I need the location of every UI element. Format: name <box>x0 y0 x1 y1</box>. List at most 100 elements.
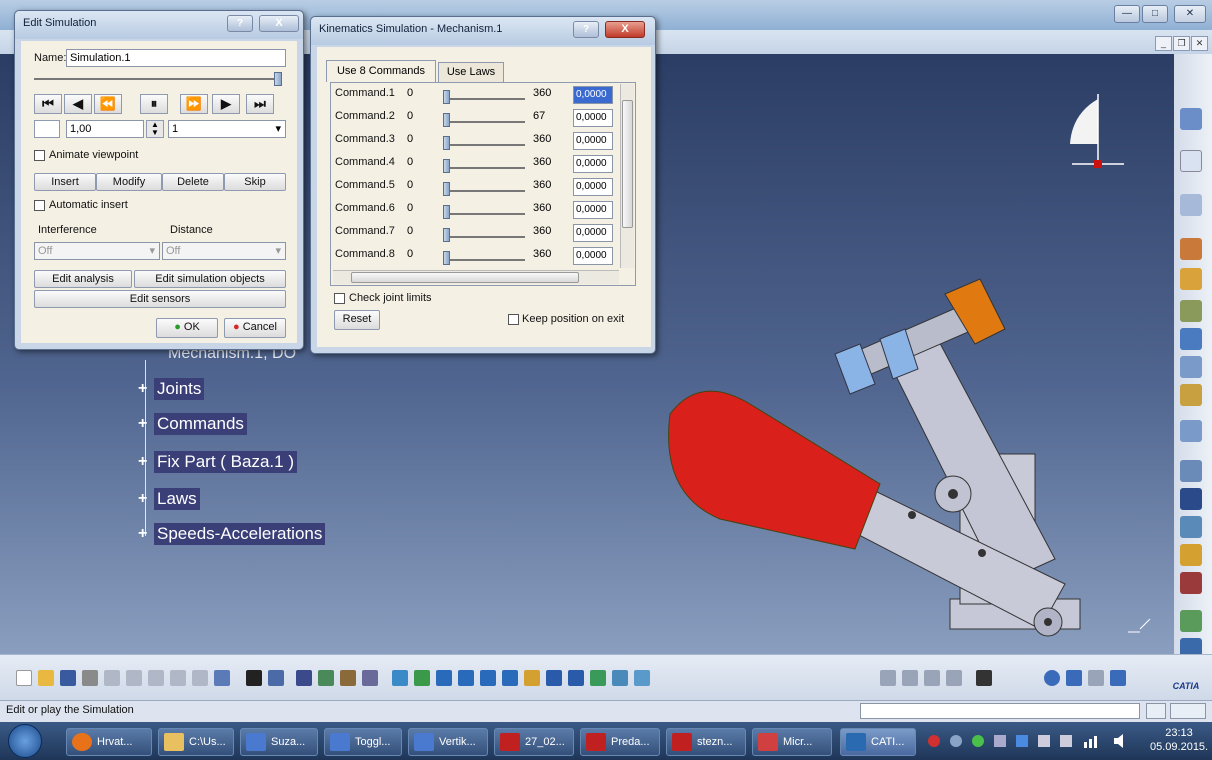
redo-icon[interactable] <box>192 670 208 686</box>
edit-icon[interactable] <box>1180 544 1202 566</box>
status-button-2[interactable] <box>1170 703 1206 719</box>
search-icon[interactable] <box>1110 670 1126 686</box>
trace-icon[interactable] <box>1180 460 1202 482</box>
views-icon[interactable] <box>546 670 562 686</box>
taskbar-item-pdf-1[interactable]: 27_02... <box>494 728 574 756</box>
taskbar-item-explorer[interactable]: C:\Us... <box>158 728 234 756</box>
command-slider-track[interactable] <box>443 98 525 100</box>
taskbar-item-word-2[interactable]: Toggl... <box>324 728 402 756</box>
step-field[interactable]: 1,00 <box>66 120 144 138</box>
scroll-thumb[interactable] <box>622 100 633 228</box>
sim-forward-icon[interactable] <box>902 670 918 686</box>
help-button[interactable]: ? <box>573 21 599 38</box>
tab-commands[interactable]: Use 8 Commands <box>326 60 436 82</box>
status-button-1[interactable] <box>1146 703 1166 719</box>
formula-icon[interactable] <box>246 670 262 686</box>
command-slider-thumb[interactable] <box>443 182 450 196</box>
cut-icon[interactable] <box>104 670 120 686</box>
parameters-icon[interactable] <box>362 670 378 686</box>
taskbar-item-word-3[interactable]: Vertik... <box>408 728 488 756</box>
command-value-field[interactable]: 0,0000 <box>573 247 613 265</box>
clock[interactable]: 23:13 05.09.2015. <box>1150 726 1208 754</box>
new-icon[interactable] <box>16 670 32 686</box>
name-field[interactable]: Simulation.1 <box>66 49 286 67</box>
command-value-field[interactable]: 0,0000 <box>573 109 613 127</box>
command-slider-thumb[interactable] <box>443 136 450 150</box>
zoom-out-icon[interactable] <box>502 670 518 686</box>
tab-laws[interactable]: Use Laws <box>438 62 504 82</box>
clash-icon[interactable] <box>1180 572 1202 594</box>
ok-button[interactable]: ● OK <box>156 318 218 338</box>
undo-icon[interactable] <box>170 670 186 686</box>
jump-end-button[interactable]: ⏭ <box>246 94 274 114</box>
tree-item-fix-part[interactable]: + Fix Part ( Baza.1 ) <box>138 451 297 473</box>
whats-this-icon[interactable] <box>214 670 230 686</box>
mdi-minimize-button[interactable]: _ <box>1155 36 1172 51</box>
close-window-button[interactable]: ✕ <box>1174 5 1206 23</box>
close-button[interactable]: X <box>259 15 299 32</box>
play-backward-button[interactable]: ◀ <box>64 94 92 114</box>
command-slider-thumb[interactable] <box>443 90 450 104</box>
help-button[interactable]: ? <box>227 15 253 32</box>
command-slider-thumb[interactable] <box>443 113 450 127</box>
tree-item-speeds[interactable]: + Speeds-Accelerations <box>138 523 326 545</box>
command-slider-track[interactable] <box>443 144 525 146</box>
step-forward-button[interactable]: ⏩ <box>180 94 208 114</box>
player-icon[interactable] <box>1180 488 1202 510</box>
pause-button[interactable]: ⏸ <box>140 94 168 114</box>
edit-simulation-objects-button[interactable]: Edit simulation objects <box>134 270 286 288</box>
automatic-insert-checkbox[interactable] <box>34 200 45 211</box>
distance-icon[interactable] <box>1180 610 1202 632</box>
start-button[interactable] <box>8 724 42 758</box>
step-spinner[interactable]: ▲ ▼ <box>146 120 164 138</box>
target-icon[interactable] <box>1044 670 1060 686</box>
joint-icon[interactable] <box>1180 194 1202 216</box>
tree-item-commands[interactable]: + Commands <box>138 413 247 435</box>
print-icon[interactable] <box>82 670 98 686</box>
sim-record-icon[interactable] <box>924 670 940 686</box>
expand-icon[interactable]: + <box>138 416 152 432</box>
command-slider-track[interactable] <box>443 236 525 238</box>
command-value-field[interactable]: 0,0000 <box>573 224 613 242</box>
previous-icon[interactable] <box>1066 670 1082 686</box>
tree-item-laws[interactable]: + Laws <box>138 488 200 510</box>
render-style-icon[interactable] <box>568 670 584 686</box>
swap-space-icon[interactable] <box>612 670 628 686</box>
sensor-icon[interactable] <box>1180 420 1202 442</box>
command-value-field[interactable]: 0,0000 <box>573 86 613 104</box>
skip-button[interactable]: Skip <box>224 173 286 191</box>
close-button[interactable]: X <box>605 21 645 38</box>
reset-button[interactable]: Reset <box>334 310 380 330</box>
tree-item-joints[interactable]: + Joints <box>138 378 205 400</box>
horizontal-scrollbar[interactable] <box>333 270 619 284</box>
mechanism-icon[interactable] <box>1180 356 1202 378</box>
normal-view-icon[interactable] <box>524 670 540 686</box>
interference-select[interactable]: Off ▾ <box>34 242 160 260</box>
tree-icon[interactable] <box>318 670 334 686</box>
command-slider-track[interactable] <box>443 259 525 261</box>
taskbar-item-firefox[interactable]: Hrvat... <box>66 728 152 756</box>
copy-icon[interactable] <box>126 670 142 686</box>
command-value-field[interactable]: 0,0000 <box>573 201 613 219</box>
maximize-button[interactable]: □ <box>1142 5 1168 23</box>
command-value-field[interactable]: 0,0000 <box>573 132 613 150</box>
simulation-icon[interactable] <box>1180 384 1202 406</box>
fly-icon[interactable] <box>392 670 408 686</box>
expand-icon[interactable]: + <box>138 526 152 542</box>
modify-button[interactable]: Modify <box>96 173 162 191</box>
expand-icon[interactable]: + <box>138 381 152 397</box>
command-slider-track[interactable] <box>443 121 525 123</box>
check-joint-limits-checkbox[interactable] <box>334 293 345 304</box>
fixed-part-icon[interactable] <box>1180 328 1202 350</box>
multi-view-icon[interactable] <box>634 670 650 686</box>
command-slider-track[interactable] <box>443 167 525 169</box>
edit-analysis-button[interactable]: Edit analysis <box>34 270 132 288</box>
jump-start-button[interactable]: ⏮ <box>34 94 62 114</box>
step-backward-button[interactable]: ⏪ <box>94 94 122 114</box>
zoom-in-icon[interactable] <box>480 670 496 686</box>
paste-icon[interactable] <box>148 670 164 686</box>
step-icon[interactable] <box>34 120 60 138</box>
command-value-field[interactable]: 0,0000 <box>573 178 613 196</box>
knowledge-icon[interactable] <box>268 670 284 686</box>
delete-button[interactable]: Delete <box>162 173 224 191</box>
